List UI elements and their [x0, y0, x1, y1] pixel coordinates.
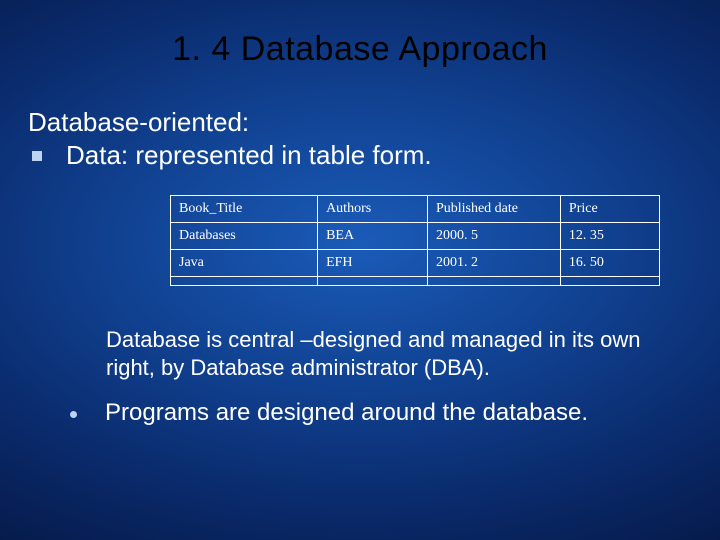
table-cell: 12. 35	[560, 223, 659, 250]
bullet-row: Data: represented in table form.	[28, 140, 692, 171]
table-header-cell: Authors	[318, 196, 428, 223]
paragraph-text: Database is central –designed and manage…	[106, 326, 692, 381]
table-header-cell: Book_Title	[171, 196, 318, 223]
table-cell: Java	[171, 250, 318, 277]
table-cell: 2001. 2	[427, 250, 560, 277]
bullet-item: Programs are designed around the databas…	[70, 399, 692, 427]
slide-body: Database-oriented: Data: represented in …	[0, 69, 720, 427]
subtitle-line-2: Data: represented in table form.	[66, 140, 432, 171]
bullet-text: Programs are designed around the databas…	[105, 399, 588, 427]
table-cell: 2000. 5	[427, 223, 560, 250]
table-spacer-row	[171, 277, 660, 286]
slide-title: 1. 4 Database Approach	[0, 0, 720, 69]
disc-bullet-icon	[70, 411, 77, 418]
table-header-cell: Published date	[427, 196, 560, 223]
table-header-cell: Price	[560, 196, 659, 223]
table-row: Java EFH 2001. 2 16. 50	[171, 250, 660, 277]
table-cell: Databases	[171, 223, 318, 250]
slide: 1. 4 Database Approach Database-oriented…	[0, 0, 720, 540]
table-row: Databases BEA 2000. 5 12. 35	[171, 223, 660, 250]
table-cell: 16. 50	[560, 250, 659, 277]
square-bullet-icon	[32, 151, 42, 161]
data-table: Book_Title Authors Published date Price …	[170, 195, 660, 286]
table-cell: BEA	[318, 223, 428, 250]
table-header-row: Book_Title Authors Published date Price	[171, 196, 660, 223]
table-cell: EFH	[318, 250, 428, 277]
subtitle-line-1: Database-oriented:	[28, 107, 692, 138]
